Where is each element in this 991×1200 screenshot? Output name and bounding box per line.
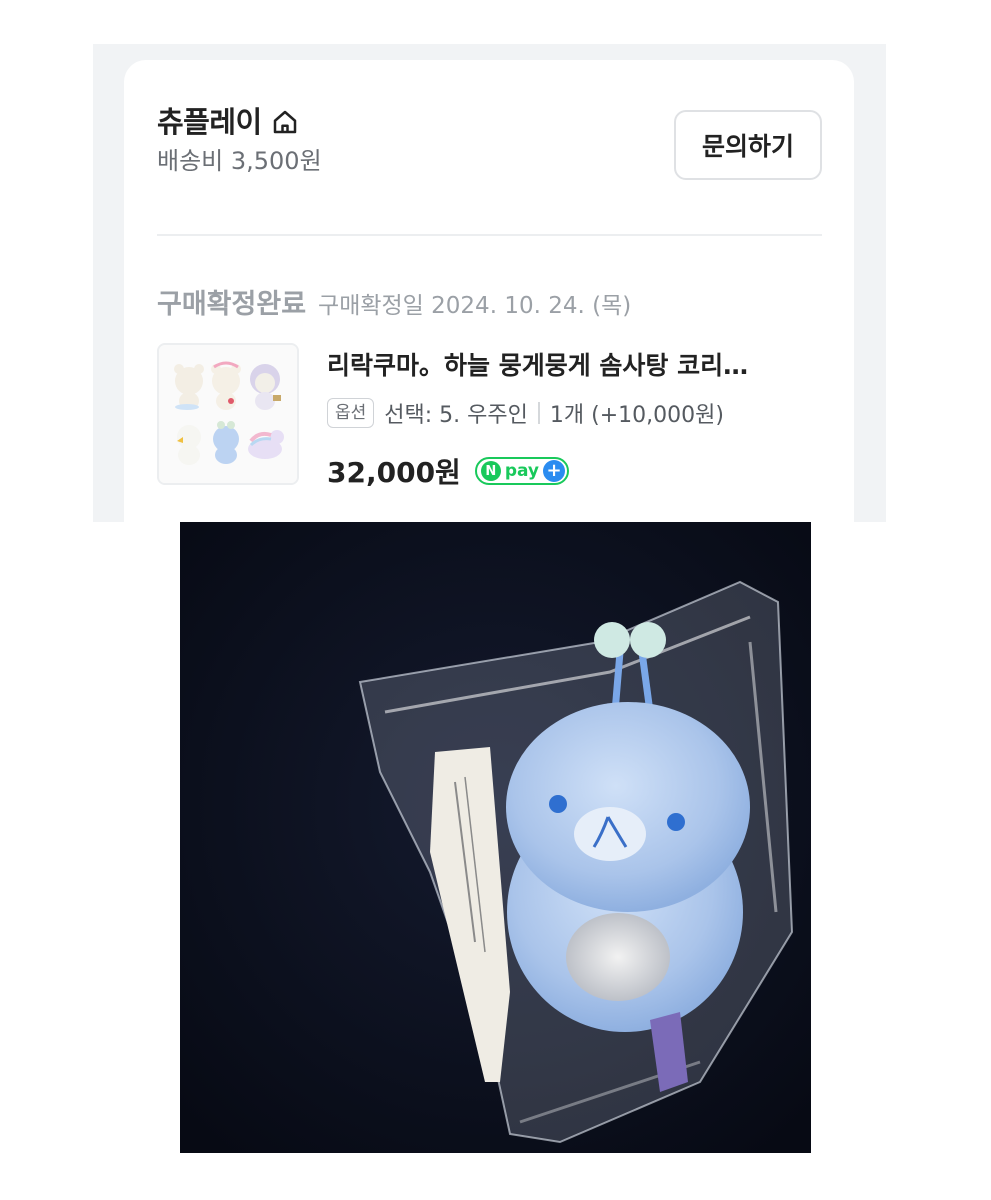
plush-lineup-image xyxy=(159,345,297,483)
divider xyxy=(157,234,822,236)
product-photo xyxy=(180,522,811,1153)
inquiry-button[interactable]: 문의하기 xyxy=(674,110,822,180)
order-card: 츄플레이 배송비 3,500원 문의하기 구매확정완료 구매확정일 2024. … xyxy=(124,60,854,522)
option-value: 선택: 5. 우주인 xyxy=(384,403,528,428)
price-row: 32,000원 N pay + xyxy=(327,451,570,491)
order-status: 구매확정완료 구매확정일 2024. 10. 24. (목) xyxy=(157,282,631,321)
npay-label: pay xyxy=(504,461,540,481)
seller-info: 츄플레이 배송비 3,500원 xyxy=(157,104,322,176)
shipping-fee: 배송비 3,500원 xyxy=(157,147,322,175)
home-icon xyxy=(273,110,296,134)
option-quantity: 1개 (+10,000원) xyxy=(549,403,724,428)
confirm-date: 구매확정일 2024. 10. 24. (목) xyxy=(318,293,632,319)
product-price: 32,000원 xyxy=(327,456,461,489)
plush-4 xyxy=(177,425,201,465)
product-thumbnail[interactable] xyxy=(157,343,299,485)
plus-icon: + xyxy=(543,460,566,482)
plush-photo-image xyxy=(180,522,811,1153)
option-separator xyxy=(537,402,540,424)
seller-name-link[interactable]: 츄플레이 xyxy=(157,104,300,140)
product-item[interactable]: 리락쿠마。하늘 뭉게뭉게 솜사탕 코리… 옵션 선택: 5. 우주인 1개 (+… xyxy=(157,343,822,489)
status-label: 구매확정완료 xyxy=(157,289,307,320)
npay-n-mark: N xyxy=(480,461,501,481)
product-option: 옵션 선택: 5. 우주인 1개 (+10,000원) xyxy=(327,397,724,429)
option-badge: 옵션 xyxy=(327,398,375,428)
product-title[interactable]: 리락쿠마。하늘 뭉게뭉게 솜사탕 코리… xyxy=(327,349,817,383)
npay-plus-icon: N pay + xyxy=(474,457,570,485)
seller-name: 츄플레이 xyxy=(157,105,262,139)
